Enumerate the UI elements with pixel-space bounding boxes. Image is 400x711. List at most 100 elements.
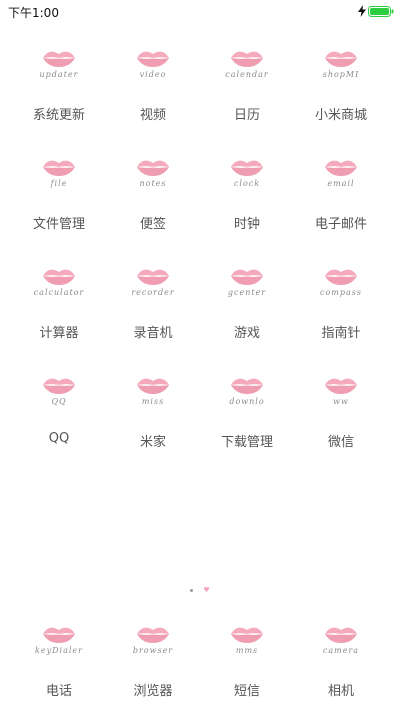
app-label: 文件管理 (32, 217, 85, 232)
lips-icon (137, 160, 169, 176)
lips-icon (137, 378, 169, 394)
lips-icon (43, 269, 75, 285)
icon-caption: email (327, 179, 355, 188)
dock-app-browser[interactable]: browser 浏览器 (106, 624, 200, 699)
lips-icon (325, 627, 357, 643)
app-calculator[interactable]: calculator 计算器 (12, 266, 106, 375)
app-icon[interactable]: camera (310, 624, 372, 664)
battery-icon (368, 6, 394, 17)
icon-caption: downlo (229, 397, 265, 406)
app-icon[interactable]: browser (122, 624, 184, 664)
page-dot[interactable] (190, 588, 194, 592)
app-icon[interactable]: gcenter (216, 266, 278, 306)
page-indicator[interactable]: ♥ (0, 586, 400, 594)
lips-icon (231, 269, 263, 285)
app-label: 视频 (139, 108, 166, 123)
lips-icon (43, 160, 75, 176)
dock-app-camera[interactable]: camera 相机 (294, 624, 388, 699)
app-gcenter[interactable]: gcenter 游戏 (200, 266, 294, 375)
icon-caption: mms (235, 646, 259, 655)
app-label: 时钟 (233, 217, 260, 232)
app-icon[interactable]: calendar (216, 48, 278, 88)
app-label: 游戏 (233, 326, 260, 341)
app-label: 短信 (233, 684, 260, 699)
app-ww[interactable]: ww 微信 (294, 375, 388, 484)
lips-icon (325, 160, 357, 176)
dock-app-keydialer[interactable]: keyDialer 电话 (12, 624, 106, 699)
icon-caption: file (50, 179, 68, 188)
lips-icon (231, 378, 263, 394)
app-video[interactable]: video 视频 (106, 48, 200, 157)
app-notes[interactable]: notes 便签 (106, 157, 200, 266)
app-file[interactable]: file 文件管理 (12, 157, 106, 266)
current-page-heart-icon[interactable]: ♥ (203, 586, 209, 594)
app-icon[interactable]: mms (216, 624, 278, 664)
app-label: 浏览器 (133, 684, 173, 699)
app-email[interactable]: email 电子邮件 (294, 157, 388, 266)
lips-icon (325, 378, 357, 394)
app-icon[interactable]: QQ (28, 375, 90, 415)
icon-caption: ww (333, 397, 349, 406)
app-icon[interactable]: file (28, 157, 90, 197)
lips-icon (137, 269, 169, 285)
app-label: 微信 (327, 435, 354, 450)
app-label: 日历 (233, 108, 260, 123)
lips-icon (325, 269, 357, 285)
app-icon[interactable]: shopMI (310, 48, 372, 88)
app-compass[interactable]: compass 指南针 (294, 266, 388, 375)
icon-caption: keyDialer (35, 646, 83, 655)
app-label: 小米商城 (314, 108, 367, 123)
icon-caption: shopMI (322, 70, 360, 79)
app-icon[interactable]: video (122, 48, 184, 88)
app-icon[interactable]: email (310, 157, 372, 197)
icon-caption: miss (141, 397, 165, 406)
lips-icon (325, 51, 357, 67)
icon-caption: calculator (33, 288, 85, 297)
app-icon[interactable]: calculator (28, 266, 90, 306)
app-icon[interactable]: compass (310, 266, 372, 306)
app-label: 录音机 (133, 326, 173, 341)
app-icon[interactable]: updater (28, 48, 90, 88)
app-label: 电话 (45, 684, 72, 699)
app-qq[interactable]: QQ QQ (12, 375, 106, 484)
lips-icon (43, 51, 75, 67)
app-miss[interactable]: miss 米家 (106, 375, 200, 484)
app-clock[interactable]: clock 时钟 (200, 157, 294, 266)
lips-icon (231, 160, 263, 176)
dock-app-mms[interactable]: mms 短信 (200, 624, 294, 699)
app-icon[interactable]: miss (122, 375, 184, 415)
app-calendar[interactable]: calendar 日历 (200, 48, 294, 157)
app-shopmi[interactable]: shopMI 小米商城 (294, 48, 388, 157)
icon-caption: browser (132, 646, 174, 655)
lips-icon (231, 51, 263, 67)
dock: keyDialer 电话 browser 浏览器 mms 短信 camera 相机 (12, 624, 388, 699)
icon-caption: QQ (51, 397, 67, 406)
app-label: 相机 (327, 684, 354, 699)
app-icon[interactable]: clock (216, 157, 278, 197)
app-grid: updater 系统更新 video 视频 calendar 日历 shopMI 小米商城 fi… (12, 48, 388, 484)
icon-caption: gcenter (227, 288, 267, 297)
app-icon[interactable]: downlo (216, 375, 278, 415)
app-updater[interactable]: updater 系统更新 (12, 48, 106, 157)
app-recorder[interactable]: recorder 录音机 (106, 266, 200, 375)
app-icon[interactable]: keyDialer (28, 624, 90, 664)
app-icon[interactable]: notes (122, 157, 184, 197)
app-icon[interactable]: recorder (122, 266, 184, 306)
app-label: 便签 (139, 217, 166, 232)
status-time: 下午1:00 (8, 6, 59, 20)
app-icon[interactable]: ww (310, 375, 372, 415)
lips-icon (43, 627, 75, 643)
icon-caption: notes (139, 179, 167, 188)
icon-caption: camera (322, 646, 360, 655)
lips-icon (231, 627, 263, 643)
lips-icon (43, 378, 75, 394)
icon-caption: recorder (131, 288, 175, 297)
app-label: 系统更新 (32, 108, 85, 123)
lips-icon (137, 51, 169, 67)
icon-caption: updater (39, 70, 79, 79)
app-label: 米家 (139, 435, 166, 450)
app-downlo[interactable]: downlo 下载管理 (200, 375, 294, 484)
status-bar: 下午1:00 (0, 0, 400, 24)
app-label: 指南针 (321, 326, 361, 341)
icon-caption: clock (233, 179, 261, 188)
